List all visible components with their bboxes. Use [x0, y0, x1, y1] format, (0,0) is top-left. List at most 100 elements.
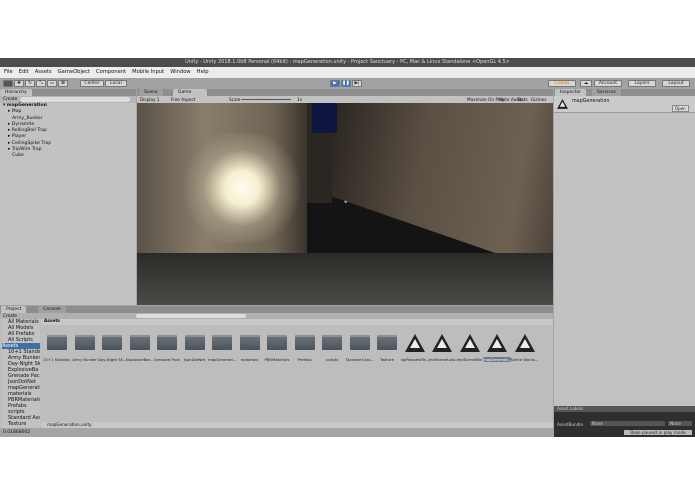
- folder-icon[interactable]: [294, 335, 315, 350]
- hierarchy-create-button[interactable]: Create: [3, 97, 17, 102]
- tab-services[interactable]: Services: [592, 89, 621, 96]
- folder-icon[interactable]: [184, 335, 205, 350]
- folder-label[interactable]: ExplosiveBar...: [126, 357, 154, 362]
- tab-scene[interactable]: Scene: [139, 89, 163, 96]
- hierarchy-search-input[interactable]: [20, 97, 130, 102]
- pivot-local-button[interactable]: Local: [105, 80, 127, 87]
- scale-tool-icon[interactable]: ⤡: [36, 80, 46, 87]
- scale-label: Scale: [229, 97, 241, 102]
- folder-label[interactable]: mapGenerati...: [208, 357, 236, 362]
- folder-icon[interactable]: [349, 335, 370, 350]
- collab-button[interactable]: Collab: [548, 80, 576, 87]
- menu-mobile-input[interactable]: Mobile Input: [132, 67, 164, 78]
- unity-scene-icon[interactable]: [404, 334, 425, 352]
- project-tree-item[interactable]: Texture: [2, 421, 40, 427]
- step-button[interactable]: ▶|: [352, 80, 362, 87]
- inspector-panel: Inspector Services mapGeneration Open As…: [554, 89, 695, 437]
- rect-tool-icon[interactable]: ▭: [47, 80, 57, 87]
- folder-icon[interactable]: [129, 335, 150, 350]
- folder-label[interactable]: JsonDotNet: [181, 357, 209, 362]
- scene-asset-label[interactable]: mapGenerati...: [483, 357, 511, 362]
- project-panel: Project Console Create All Materials All…: [0, 306, 553, 428]
- folder-icon[interactable]: [267, 335, 287, 350]
- folder-label[interactable]: Standard Ass...: [346, 357, 374, 362]
- scale-slider[interactable]: [241, 99, 291, 100]
- inspector-object-name: mapGeneration: [572, 99, 610, 104]
- pivot-center-button[interactable]: Center: [80, 80, 104, 87]
- assetbundle-label: AssetBundle: [557, 422, 584, 427]
- scene-asset-label[interactable]: endSceneWin: [456, 357, 484, 362]
- aspect-dropdown[interactable]: Free Aspect: [171, 96, 195, 103]
- folder-label[interactable]: Texture: [373, 357, 401, 362]
- toolbar: ✚ ↻ ⤡ ▭ ⊠ Center Local ▶ ❚❚ ▶| Collab ☁ …: [0, 78, 695, 89]
- folder-icon[interactable]: [47, 335, 67, 350]
- transform-tool-icon[interactable]: ⊠: [58, 80, 68, 87]
- folder-label[interactable]: Day-Night Sk...: [98, 357, 126, 362]
- assetbundle-dropdown[interactable]: None: [590, 421, 665, 426]
- status-message: 0.01868602: [3, 430, 31, 435]
- variant-dropdown[interactable]: None: [668, 421, 692, 426]
- folder-icon[interactable]: [212, 335, 232, 350]
- assets-grid: Assets 10+1 Standar... Army Bunker Day-Nig…: [41, 319, 553, 428]
- folder-icon[interactable]: [239, 335, 260, 350]
- scene-asset-label[interactable]: Scene Works...: [511, 357, 539, 362]
- tab-console[interactable]: Console: [38, 306, 66, 313]
- menu-assets[interactable]: Assets: [35, 67, 52, 78]
- unity-scene-icon: [557, 99, 568, 109]
- folder-icon[interactable]: [377, 335, 397, 350]
- hand-tool-icon[interactable]: [3, 80, 13, 87]
- open-button[interactable]: Open: [672, 105, 689, 112]
- window-title: Unity - Unity 2018.1.0b8 Personal (64bit…: [185, 59, 510, 65]
- menu-component[interactable]: Component: [96, 67, 126, 78]
- scene-asset-label[interactable]: apiRequestTe...: [401, 357, 429, 362]
- menu-help[interactable]: Help: [197, 67, 209, 78]
- play-button[interactable]: ▶: [330, 80, 340, 87]
- unity-editor-window: Unity - Unity 2018.1.0b8 Personal (64bit…: [0, 58, 695, 437]
- gizmos-button[interactable]: Gizmos: [531, 96, 546, 103]
- project-create-button[interactable]: Create: [3, 313, 17, 318]
- folder-icon[interactable]: [157, 335, 177, 350]
- folder-icon[interactable]: [74, 335, 95, 350]
- tab-project[interactable]: Project: [1, 306, 27, 313]
- hierarchy-item[interactable]: Cube: [3, 153, 133, 159]
- unity-scene-icon[interactable]: [459, 334, 480, 352]
- unity-scene-icon[interactable]: [432, 334, 452, 352]
- menu-file[interactable]: File: [4, 67, 13, 78]
- menu-window[interactable]: Window: [170, 67, 190, 78]
- folder-label[interactable]: PBRMaterials: [263, 357, 291, 362]
- account-dropdown[interactable]: Account: [594, 80, 622, 87]
- unity-scene-icon[interactable]: [487, 334, 507, 352]
- move-tool-icon[interactable]: ✚: [14, 80, 24, 87]
- asset-labels-header: Asset Labels: [554, 406, 695, 412]
- cloud-icon[interactable]: ☁: [580, 80, 592, 87]
- layout-dropdown[interactable]: Layout: [662, 80, 690, 87]
- hierarchy-panel: Hierarchy Create ▾ mapGeneration ▸ Map A…: [0, 89, 136, 305]
- unity-scene-icon[interactable]: [514, 334, 535, 352]
- pause-button[interactable]: ❚❚: [341, 80, 351, 87]
- mouse-cursor-icon: ⌖: [344, 199, 348, 206]
- game-render[interactable]: ⌖: [137, 103, 553, 305]
- folder-label[interactable]: 10+1 Standar...: [43, 357, 71, 362]
- project-search-input[interactable]: [136, 314, 246, 318]
- display-dropdown[interactable]: Display 1: [140, 96, 159, 103]
- tab-hierarchy[interactable]: Hierarchy: [0, 89, 32, 96]
- menu-edit[interactable]: Edit: [19, 67, 29, 78]
- folder-label[interactable]: scripts: [318, 357, 346, 362]
- folder-icon[interactable]: [102, 335, 122, 350]
- stats-button[interactable]: Stats: [517, 96, 528, 103]
- rotate-tool-icon[interactable]: ↻: [25, 80, 35, 87]
- menu-gameobject[interactable]: GameObject: [58, 67, 90, 78]
- tab-game[interactable]: Game: [173, 89, 207, 96]
- tab-inspector[interactable]: Inspector: [555, 89, 586, 96]
- bake-status: Bake paused in play mode: [624, 430, 692, 435]
- folder-icon[interactable]: [322, 335, 342, 350]
- scene-asset-label[interactable]: endSceneLoss: [428, 357, 456, 362]
- title-bar: Unity - Unity 2018.1.0b8 Personal (64bit…: [0, 58, 695, 67]
- folder-label[interactable]: Grenade Pack: [153, 357, 181, 362]
- layers-dropdown[interactable]: Layers: [628, 80, 656, 87]
- folder-label[interactable]: Army Bunker: [71, 357, 99, 362]
- folder-label[interactable]: Prefabs: [291, 357, 319, 362]
- project-breadcrumb[interactable]: Assets: [41, 319, 553, 325]
- folder-label[interactable]: materials: [236, 357, 264, 362]
- menu-bar: File Edit Assets GameObject Component Mo…: [0, 67, 695, 78]
